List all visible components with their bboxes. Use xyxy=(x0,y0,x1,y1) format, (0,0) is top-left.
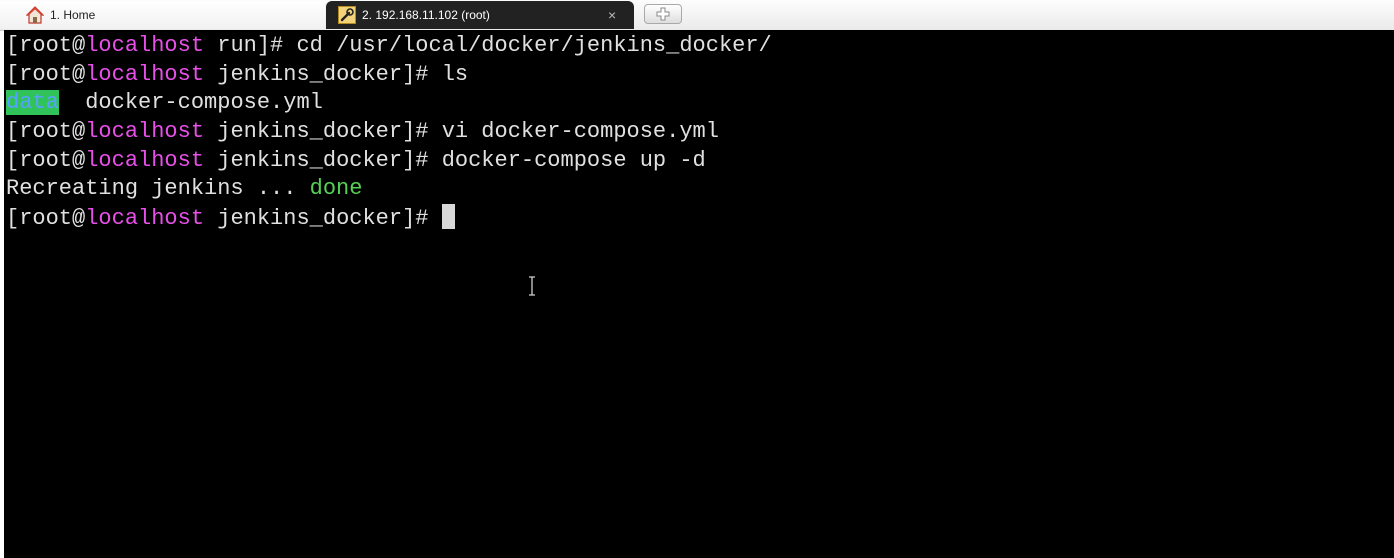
new-tab-button[interactable] xyxy=(644,4,682,24)
command-text: ls xyxy=(441,62,469,87)
add-tab-icon xyxy=(656,7,670,21)
terminal-line: [root@localhost jenkins_docker]# vi dock… xyxy=(6,118,719,146)
home-icon xyxy=(26,6,44,24)
prompt-open: [root@ xyxy=(6,119,86,144)
command-text: vi docker-compose.yml xyxy=(441,119,719,144)
tab-ssh-session[interactable]: 2. 192.168.11.102 (root) × xyxy=(326,1,634,29)
prompt-open: [root@ xyxy=(6,148,86,173)
prompt-cwd: jenkins_docker]# xyxy=(204,148,442,173)
command-text: cd /usr/local/docker/jenkins_docker/ xyxy=(296,33,772,58)
tab-close-button[interactable]: × xyxy=(608,7,616,23)
file-entry: docker-compose.yml xyxy=(58,90,323,115)
prompt-hostname: localhost xyxy=(85,62,205,87)
prompt-hostname: localhost xyxy=(85,33,205,58)
prompt-open: [root@ xyxy=(6,62,86,87)
wrench-icon xyxy=(338,6,356,24)
command-text: docker-compose up -d xyxy=(441,148,706,173)
tab-bar: 1. Home 2. 192.168.11.102 (root) × xyxy=(0,0,1394,31)
terminal-line: [root@localhost jenkins_docker]# docker-… xyxy=(6,147,706,175)
terminal-line: [root@localhost jenkins_docker]# xyxy=(6,204,455,232)
output-text: Recreating jenkins ... xyxy=(6,176,310,201)
tab-home[interactable]: 1. Home xyxy=(0,1,325,29)
prompt-hostname: localhost xyxy=(85,206,205,231)
text-cursor-icon xyxy=(529,276,535,296)
prompt-open: [root@ xyxy=(6,33,86,58)
tab-ssh-label: 2. 192.168.11.102 (root) xyxy=(362,8,490,22)
terminal-line: Recreating jenkins ... done xyxy=(6,175,362,203)
prompt-hostname: localhost xyxy=(85,148,205,173)
tab-home-label: 1. Home xyxy=(50,8,96,22)
terminal-line: [root@localhost jenkins_docker]# ls xyxy=(6,61,468,89)
prompt-hostname: localhost xyxy=(85,119,205,144)
prompt-cwd: jenkins_docker]# xyxy=(204,62,442,87)
terminal-cursor xyxy=(441,204,455,229)
prompt-cwd: run]# xyxy=(204,33,297,58)
prompt-cwd: jenkins_docker]# xyxy=(204,206,442,231)
terminal-window[interactable]: [root@localhost run]# cd /usr/local/dock… xyxy=(4,30,1394,558)
status-done: done xyxy=(309,176,363,201)
terminal-line: [root@localhost run]# cd /usr/local/dock… xyxy=(6,32,772,60)
prompt-open: [root@ xyxy=(6,206,86,231)
prompt-cwd: jenkins_docker]# xyxy=(204,119,442,144)
terminal-line: data docker-compose.yml xyxy=(6,89,323,117)
directory-entry: data xyxy=(6,90,59,115)
